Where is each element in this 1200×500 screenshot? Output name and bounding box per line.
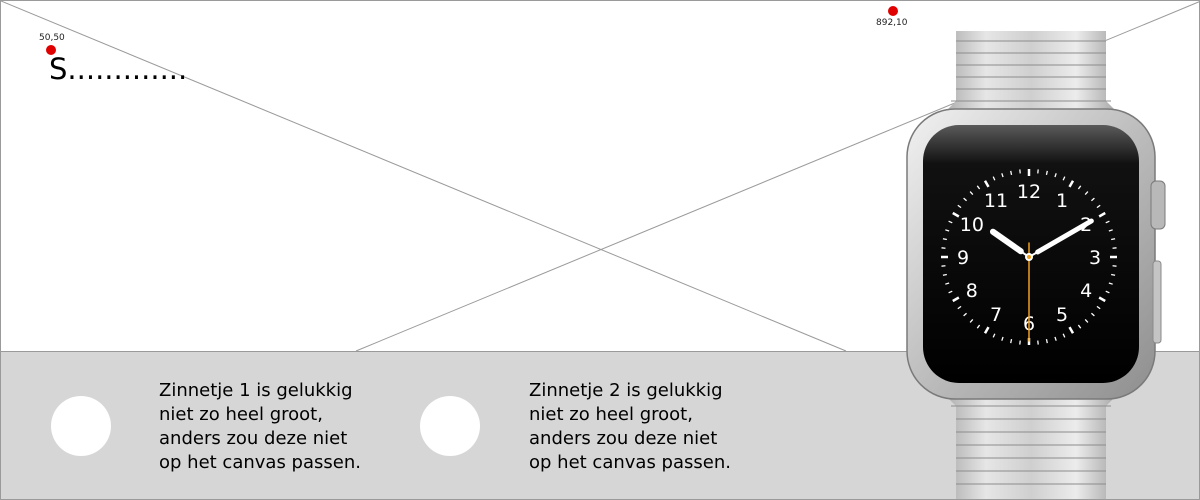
dial-tick [1010, 170, 1013, 175]
dial-number: 9 [957, 247, 969, 269]
dial-number: 1 [1056, 190, 1068, 212]
dial-number: 12 [1017, 181, 1041, 203]
headline: S............. [49, 52, 188, 86]
dial-tick [1045, 170, 1048, 175]
marker-dot-2 [888, 6, 898, 16]
watch-image: 121234567891011 [906, 31, 1166, 499]
sentence-1-line-1: Zinnetje 1 is gelukkig [159, 380, 353, 401]
dial-number: 10 [960, 214, 984, 236]
dial-number: 7 [990, 304, 1002, 326]
circle-2 [420, 396, 480, 456]
sentence-1-line-3: anders zou deze niet [159, 428, 348, 449]
circle-1 [51, 396, 111, 456]
dial-number: 3 [1089, 247, 1101, 269]
dial-tick [1010, 339, 1013, 344]
watch-crown [1150, 180, 1166, 230]
dial-number: 4 [1080, 280, 1092, 302]
sentence-2-line-4: op het canvas passen. [529, 452, 731, 473]
dial-tick [1111, 238, 1116, 241]
dial-tick [1045, 339, 1048, 344]
sentence-1-line-2: niet zo heel groot, [159, 404, 323, 425]
sentence-2-line-3: anders zou deze niet [529, 428, 718, 449]
dial-number: 5 [1056, 304, 1068, 326]
sentence-1: Zinnetje 1 is gelukkig niet zo heel groo… [159, 379, 399, 475]
marker-label-1: 50,50 [39, 33, 65, 43]
dial-tick [942, 238, 947, 241]
dial-number: 8 [966, 280, 978, 302]
sentence-2-line-2: niet zo heel groot, [529, 404, 693, 425]
watch-side-button [1152, 260, 1162, 344]
sentence-1-line-4: op het canvas passen. [159, 452, 361, 473]
dial-tick [942, 273, 947, 276]
watch-band-top [941, 31, 1121, 116]
sentence-2: Zinnetje 2 is gelukkig niet zo heel groo… [529, 379, 769, 475]
dial-tick [1111, 273, 1116, 276]
canvas: 50,50 892,10 S............. Zinnetje 1 i… [0, 0, 1200, 500]
dial-number: 11 [984, 190, 1008, 212]
sentence-2-line-1: Zinnetje 2 is gelukkig [529, 380, 723, 401]
dial-center-inner [1027, 255, 1031, 259]
